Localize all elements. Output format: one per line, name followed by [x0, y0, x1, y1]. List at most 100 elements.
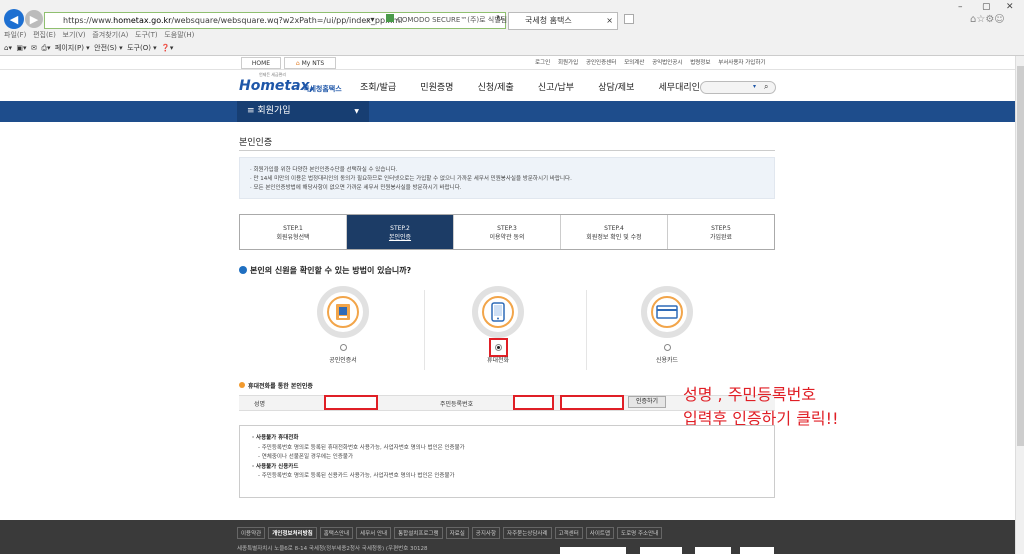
url-prefix: https://www. [63, 16, 114, 25]
info-phone-head: · 사용불가 휴대전화 [252, 435, 299, 441]
toolbar-safety[interactable]: 안전(S) ▾ [94, 44, 123, 52]
card-method-icon[interactable] [641, 286, 693, 338]
dropdown-icon[interactable]: ▾ [753, 83, 756, 90]
menu-help[interactable]: 도움말(H) [164, 31, 194, 39]
minimize-icon[interactable]: – [958, 2, 963, 12]
step-1-num: STEP.1 [283, 225, 303, 232]
step-1-label: 회원유형선택 [276, 234, 310, 241]
gnb-certificate[interactable]: 민원증명 [420, 80, 453, 93]
menu-edit[interactable]: 편집(E) [33, 31, 56, 39]
gnb-consult[interactable]: 상담/제보 [598, 80, 634, 93]
util-join[interactable]: 회원가입 [558, 60, 578, 66]
card-label: 신용카드 [655, 357, 679, 364]
menu-bar: 파일(F) 편집(E) 보기(V) 즐겨찾기(A) 도구(T) 도움말(H) [4, 30, 194, 40]
toolbar-tools[interactable]: 도구(O) ▾ [127, 44, 157, 52]
util-public[interactable]: 공익법인공시 [652, 60, 682, 66]
footer-install[interactable]: 통합설치프로그램 [394, 527, 443, 539]
gnb-lookup[interactable]: 조회/발급 [360, 80, 396, 93]
toolbar-page[interactable]: 페이지(P) ▾ [55, 44, 90, 52]
home-toolbar-icon[interactable]: ⌂▾ [4, 44, 12, 52]
question-title: 본인의 신원을 확인할 수 있는 방법이 있습니까? [239, 265, 411, 276]
menu-tools[interactable]: 도구(T) [135, 31, 158, 39]
main-navigation: 조회/발급 민원증명 신청/제출 신고/납부 상담/제보 세무대리인 [360, 80, 700, 93]
phone-section-title: 휴대전화를 통한 본인인증 [239, 381, 313, 390]
close-window-icon[interactable]: ✕ [1006, 2, 1014, 12]
footer-select-4[interactable] [740, 547, 774, 554]
footer-address-guide[interactable]: 도로명 주소안내 [617, 527, 663, 539]
gnb-report[interactable]: 신고/납부 [538, 80, 574, 93]
menu-view[interactable]: 보기(V) [63, 31, 86, 39]
print-icon[interactable]: ⎙▾ [41, 44, 50, 52]
home-icon[interactable]: ⌂☆⚙☺ [970, 14, 1005, 25]
browser-chrome: ◀ ▶ https://www.hometax.go.kr/websquare/… [0, 0, 1024, 56]
new-tab-icon[interactable] [624, 14, 634, 24]
info-card-head: · 사용불가 신용카드 [252, 463, 299, 470]
rrn-label: 주민등록번호 [440, 401, 474, 408]
util-dept[interactable]: 부서사용자 가입하기 [718, 60, 765, 66]
scrollbar[interactable] [1015, 56, 1024, 554]
step-indicator: STEP.1 회원유형선택 STEP.2 본인인증 STEP.3 이용약관 동의 ST… [239, 214, 775, 250]
footer-select-1[interactable] [560, 547, 626, 554]
footer-library[interactable]: 자료실 [445, 527, 469, 539]
step-1: STEP.1 회원유형선택 [240, 215, 347, 249]
browser-tab[interactable]: 국세청 홈택스 × [508, 12, 618, 30]
step-2: STEP.2 본인인증 [347, 215, 454, 249]
name-input-highlight [324, 395, 378, 410]
maximize-icon[interactable]: ▢ [982, 2, 991, 12]
footer-select-3[interactable] [695, 547, 731, 554]
footer-office[interactable]: 세무서 안내 [356, 527, 392, 539]
annotation-line-1: 성명 , 주민등록번호 [683, 385, 817, 404]
step-3-label: 이용약관 동의 [489, 234, 525, 241]
footer-customer[interactable]: 고객센터 [554, 527, 583, 539]
title-divider [239, 150, 775, 151]
footer-sitemap[interactable]: 사이트맵 [585, 527, 615, 539]
info-card-item-1: - 주민등록번호 명의로 등록된 신용카드 사용가능, 사업자번호 명의나 법인… [258, 473, 455, 479]
util-login[interactable]: 로그인 [535, 60, 550, 66]
util-calc[interactable]: 모의계산 [624, 60, 644, 66]
cert-method-icon[interactable] [317, 286, 369, 338]
mynts-label: My NTS [301, 60, 325, 67]
name-label: 성명 [254, 401, 266, 408]
menu-file[interactable]: 파일(F) [4, 31, 26, 39]
home-button[interactable]: HOME [241, 57, 281, 69]
mynts-button[interactable]: ⌂ My NTS [284, 57, 336, 69]
method-divider-2 [586, 290, 587, 370]
footer-guide[interactable]: 홈택스안내 [319, 527, 354, 539]
scrollbar-thumb[interactable] [1017, 66, 1024, 446]
page-menu-label: ≡ 회원가입 [247, 106, 291, 116]
footer-select-2[interactable] [640, 547, 682, 554]
footer-privacy[interactable]: 개인정보처리방침 [268, 527, 317, 539]
forward-icon[interactable]: ▶ [25, 10, 43, 28]
step-2-num: STEP.2 [390, 225, 410, 232]
certificate-icon [336, 304, 350, 320]
search-icon[interactable]: ⌕▾ [366, 15, 375, 25]
refresh-icon[interactable]: ↻ [496, 14, 503, 23]
menu-favorites[interactable]: 즐겨찾기(A) [92, 31, 128, 39]
footer-notice[interactable]: 공지사항 [471, 527, 501, 539]
step-3-num: STEP.3 [497, 225, 517, 232]
utility-bar [0, 56, 1015, 70]
search-button-icon[interactable]: ⌕ [764, 82, 768, 92]
util-law[interactable]: 법령정보 [690, 60, 710, 66]
footer-faq[interactable]: 자주묻는상담사례 [503, 527, 552, 539]
phone-method-icon[interactable] [472, 286, 524, 338]
instruction-annotation: 성명 , 주민등록번호 입력후 인증하기 클릭!! [683, 383, 838, 431]
util-cert[interactable]: 공인인증센터 [586, 60, 616, 66]
site-search-input[interactable]: ▾ ⌕ [700, 81, 776, 94]
verify-button[interactable]: 인증하기 [628, 396, 666, 408]
footer-terms[interactable]: 이용약관 [237, 527, 266, 539]
feed-icon[interactable]: ▣▾ [16, 44, 26, 52]
page-menu-dropdown[interactable]: ≡ 회원가입 ▼ [237, 101, 369, 122]
mail-icon[interactable]: ✉ [31, 44, 37, 52]
hometax-logo[interactable]: 언제든 세금편리 Hometax, 국세청홈택스 [239, 72, 343, 98]
help-icon[interactable]: ❓▾ [161, 44, 173, 52]
card-radio[interactable] [664, 344, 671, 351]
phone-section-text: 휴대전화를 통한 본인인증 [248, 383, 313, 390]
gnb-apply[interactable]: 신청/제출 [478, 80, 514, 93]
info-phone-item-1: - 주민등록번호 명의로 등록된 휴대전화번호 사용가능, 사업자번호 명의나 … [258, 444, 465, 451]
back-icon[interactable]: ◀ [4, 9, 24, 29]
close-tab-icon[interactable]: × [606, 13, 613, 29]
gnb-agent[interactable]: 세무대리인 [659, 80, 700, 93]
step-5: STEP.5 가입완료 [668, 215, 774, 249]
cert-radio[interactable] [340, 344, 347, 351]
